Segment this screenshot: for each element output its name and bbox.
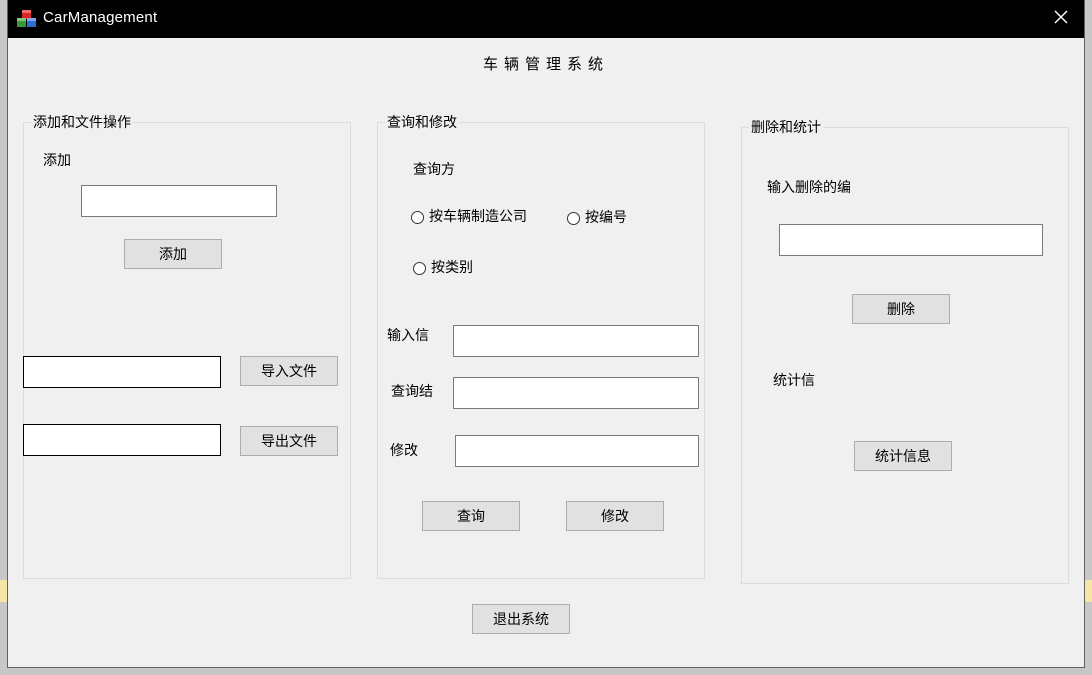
stats-button[interactable]: 统计信息 xyxy=(854,441,952,471)
radio-by-category-circle[interactable] xyxy=(413,261,426,275)
delete-prompt-label: 输入删除的编 xyxy=(767,180,851,196)
delete-stats-group: 删除和统计 输入删除的编 删除 统计信 统计信息 xyxy=(741,119,1069,584)
stats-label: 统计信 xyxy=(773,373,815,389)
query-result-label: 查询结 xyxy=(391,384,433,400)
radio-by-number[interactable]: 按编号 xyxy=(567,209,627,227)
add-input[interactable] xyxy=(81,185,277,217)
query-method-label: 查询方 xyxy=(413,162,455,178)
radio-by-number-circle[interactable] xyxy=(567,211,580,225)
app-window: CarManagement 车辆管理系统 添加和文件操作 添加 添加 导入文件 … xyxy=(8,0,1084,667)
input-info-field[interactable] xyxy=(453,325,699,357)
modify-label: 修改 xyxy=(390,443,418,459)
radio-by-maker-label: 按车辆制造公司 xyxy=(429,209,527,225)
exit-button[interactable]: 退出系统 xyxy=(472,604,570,634)
add-label: 添加 xyxy=(43,153,71,169)
delete-input[interactable] xyxy=(779,224,1043,256)
close-icon xyxy=(1054,10,1068,28)
close-button[interactable] xyxy=(1038,0,1084,38)
radio-by-number-label: 按编号 xyxy=(585,210,627,226)
import-file-button[interactable]: 导入文件 xyxy=(240,356,338,386)
input-info-label: 输入信 xyxy=(387,328,429,344)
app-cubes-icon xyxy=(17,9,37,29)
modify-field[interactable] xyxy=(455,435,699,467)
title-bar[interactable]: CarManagement xyxy=(8,0,1084,38)
add-file-group-legend: 添加和文件操作 xyxy=(31,114,133,132)
window-title: CarManagement xyxy=(43,9,158,26)
export-file-button[interactable]: 导出文件 xyxy=(240,426,338,456)
query-modify-group: 查询和修改 查询方 按车辆制造公司 按编号 按类别 输入信 查询结 修改 查询 … xyxy=(377,114,705,579)
add-button[interactable]: 添加 xyxy=(124,239,222,269)
delete-stats-group-legend: 删除和统计 xyxy=(749,119,823,137)
add-file-group: 添加和文件操作 添加 添加 导入文件 导出文件 xyxy=(23,114,351,579)
radio-by-maker-circle[interactable] xyxy=(411,210,424,224)
modify-button[interactable]: 修改 xyxy=(566,501,664,531)
query-modify-group-legend: 查询和修改 xyxy=(385,114,459,132)
delete-button[interactable]: 删除 xyxy=(852,294,950,324)
query-button[interactable]: 查询 xyxy=(422,501,520,531)
radio-by-category-label: 按类别 xyxy=(431,260,473,276)
page-title: 车辆管理系统 xyxy=(482,55,609,73)
export-file-input[interactable] xyxy=(23,424,221,456)
import-file-input[interactable] xyxy=(23,356,221,388)
radio-by-category[interactable]: 按类别 xyxy=(413,259,473,277)
query-result-field[interactable] xyxy=(453,377,699,409)
radio-by-maker[interactable]: 按车辆制造公司 xyxy=(411,208,527,226)
